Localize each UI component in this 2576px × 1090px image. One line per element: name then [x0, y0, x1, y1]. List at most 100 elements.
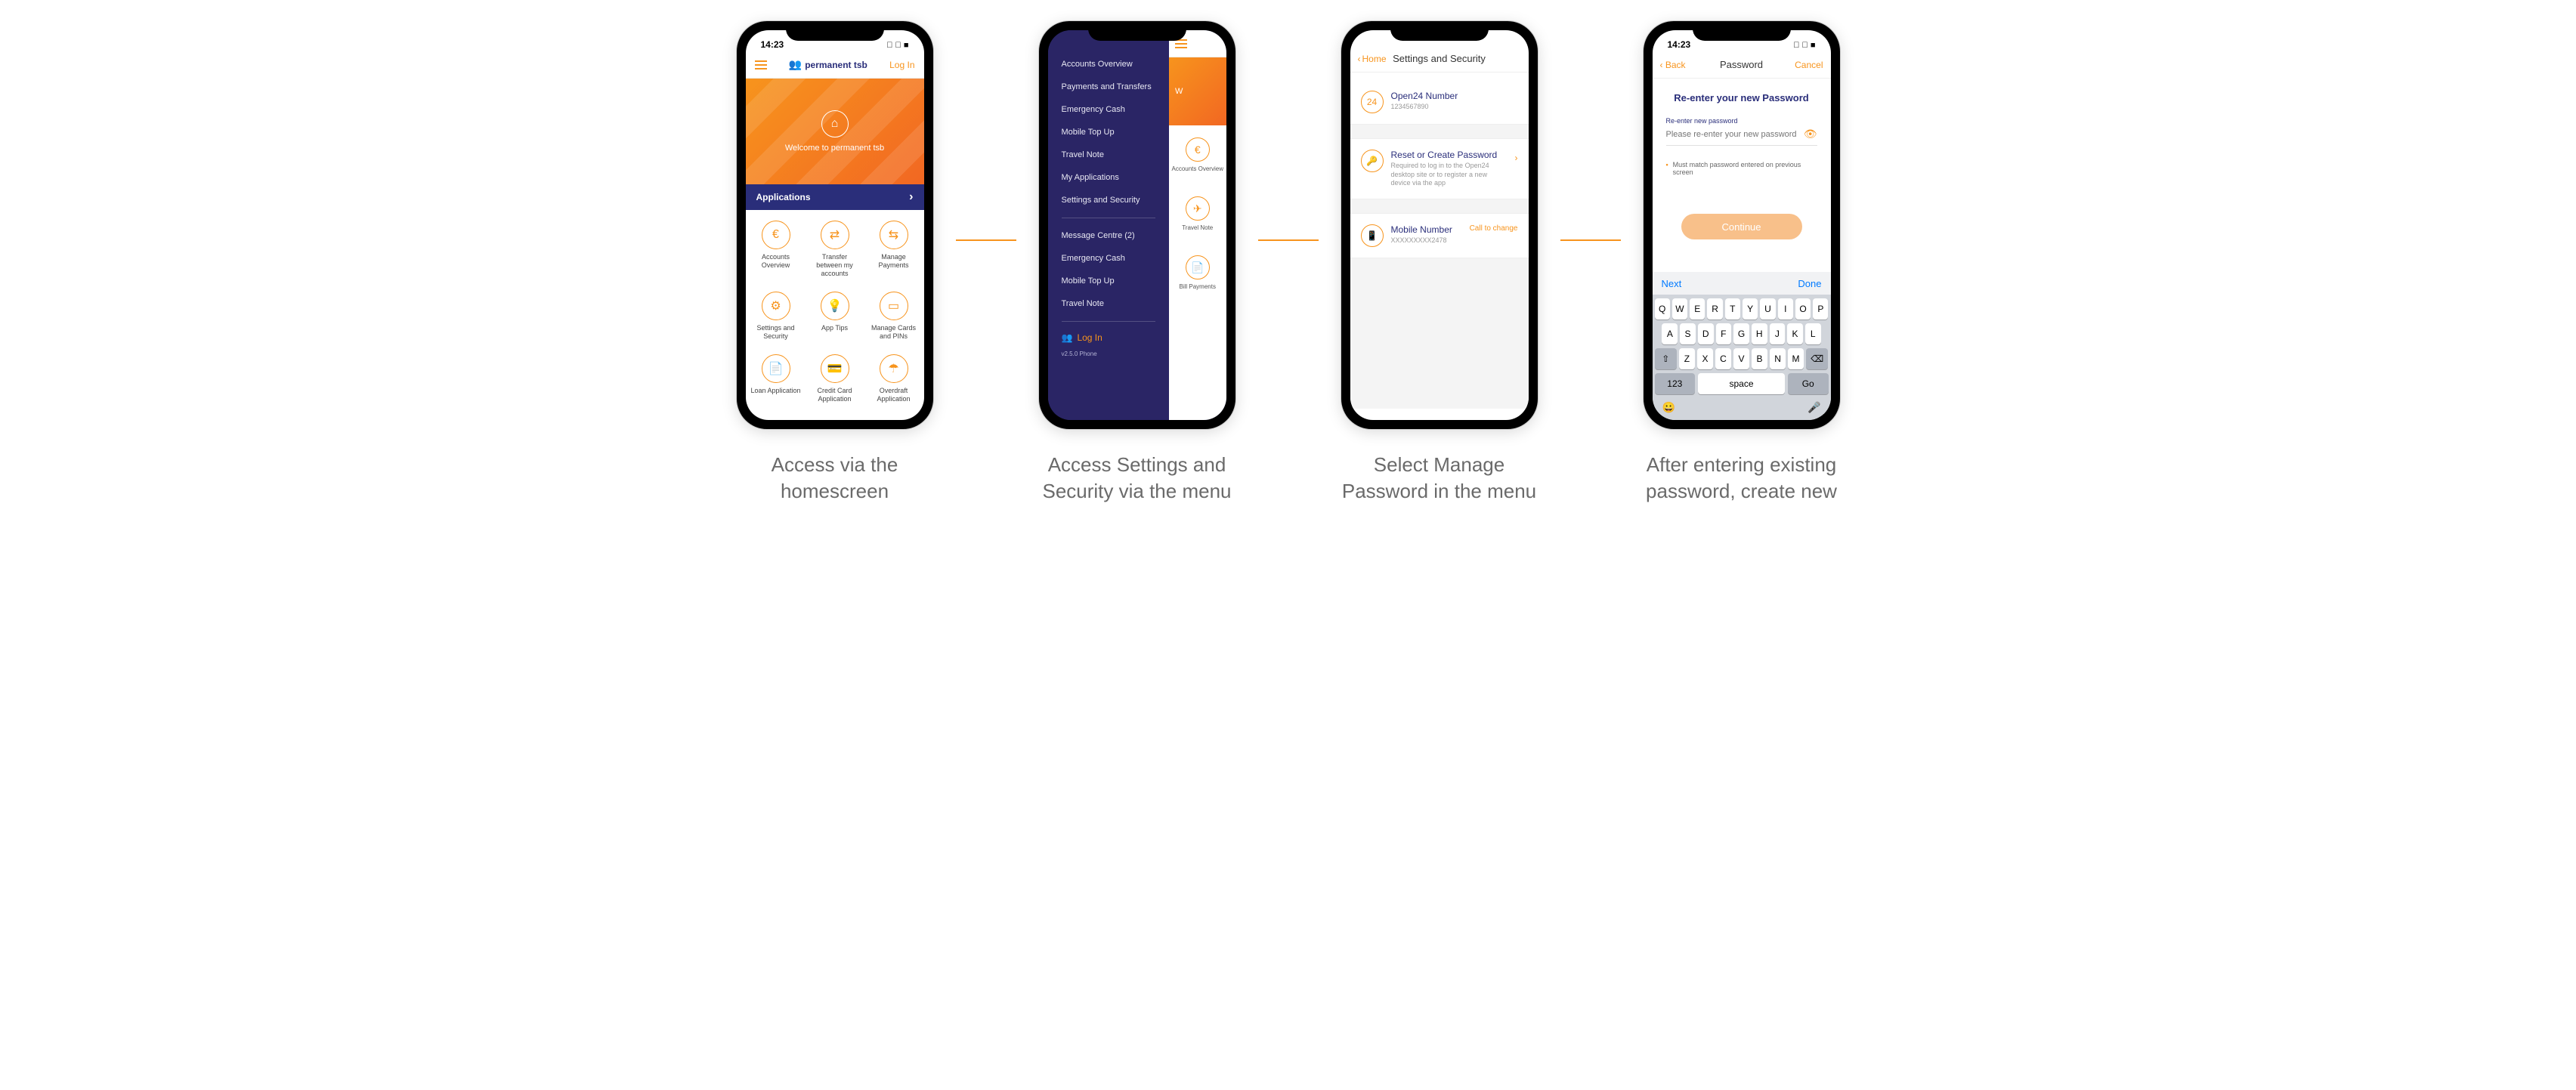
step-row: 14:23 􀙇 􀙈 ■ 👥 permanent tsb Log In ⌂ Wel…	[30, 21, 2546, 505]
tile-overdraft-application[interactable]: ☂Overdraft Application	[868, 354, 920, 409]
back-button[interactable]: ‹ Back	[1660, 60, 1686, 70]
login-link[interactable]: Log In	[889, 60, 914, 70]
key-c[interactable]: C	[1715, 348, 1731, 369]
key-w[interactable]: W	[1672, 298, 1687, 320]
back-home-button[interactable]: ‹ Home	[1358, 54, 1387, 64]
transfer-icon: ⇄	[821, 221, 849, 249]
kb-row-4: 123 space Go	[1655, 373, 1829, 394]
key-h[interactable]: H	[1752, 323, 1767, 344]
euro-icon: €	[1186, 137, 1210, 162]
key-backspace[interactable]: ⌫	[1806, 348, 1828, 369]
kb-row-3: ⇧ Z X C V B N M ⌫	[1655, 348, 1829, 369]
item-mobile-number[interactable]: 📱 Mobile Number XXXXXXXXX2478 Call to ch…	[1350, 214, 1529, 258]
key-space[interactable]: space	[1698, 373, 1785, 394]
tile-manage-payments[interactable]: ⇆Manage Payments	[868, 221, 920, 284]
menu-item-message-centre[interactable]: Message Centre (2)	[1062, 224, 1155, 247]
kb-done-button[interactable]: Done	[1798, 278, 1821, 289]
menu-item-emergency-cash[interactable]: Emergency Cash	[1062, 98, 1155, 121]
phone-frame-2: Accounts Overview Payments and Transfers…	[1039, 21, 1235, 429]
document-icon: 📄	[762, 354, 790, 383]
step-caption: After entering existing password, create…	[1636, 452, 1848, 505]
menu-login[interactable]: 👥 Log In	[1062, 332, 1155, 343]
menu-item-mobile-topup[interactable]: Mobile Top Up	[1062, 121, 1155, 144]
menu-item-accounts-overview[interactable]: Accounts Overview	[1062, 53, 1155, 76]
key-r[interactable]: R	[1707, 298, 1722, 320]
applications-band[interactable]: Applications ›	[746, 184, 924, 210]
key-i[interactable]: I	[1778, 298, 1793, 320]
brand-logo: 👥 permanent tsb	[789, 58, 867, 71]
key-g[interactable]: G	[1733, 323, 1749, 344]
key-y[interactable]: Y	[1743, 298, 1758, 320]
key-l[interactable]: L	[1805, 323, 1821, 344]
chevron-left-icon: ‹	[1358, 54, 1361, 64]
open24-badge-icon: 24	[1361, 91, 1384, 113]
hamburger-icon[interactable]	[1175, 39, 1187, 48]
tile-transfer[interactable]: ⇄Transfer between my accounts	[809, 221, 861, 284]
item-reset-password[interactable]: 🔑 Reset or Create Password Required to l…	[1350, 139, 1529, 199]
app-version: v2.5.0 Phone	[1062, 350, 1155, 357]
people-icon: 👥	[1062, 332, 1073, 343]
tile-settings-security[interactable]: ⚙Settings and Security	[750, 292, 802, 347]
credit-card-icon: 💳	[821, 354, 849, 383]
key-b[interactable]: B	[1752, 348, 1767, 369]
key-a[interactable]: A	[1662, 323, 1678, 344]
continue-button[interactable]: Continue	[1681, 214, 1802, 239]
keyboard: Q W E R T Y U I O P A S D	[1653, 295, 1831, 420]
tile-grid: €Accounts Overview ⇄Transfer between my …	[746, 210, 924, 420]
key-u[interactable]: U	[1760, 298, 1775, 320]
mic-icon[interactable]: 🎤	[1808, 401, 1820, 414]
key-k[interactable]: K	[1787, 323, 1803, 344]
underlying-screen-peek: W €Accounts Overview ✈Travel Note 📄Bill …	[1169, 30, 1226, 420]
phone-frame-4: 14:23 􀙇 􀙈 ■ ‹ Back Password Cancel Re-en…	[1644, 21, 1840, 429]
key-e[interactable]: E	[1690, 298, 1705, 320]
menu-item-travel-note-2[interactable]: Travel Note	[1062, 292, 1155, 315]
key-n[interactable]: N	[1770, 348, 1786, 369]
menu-item-mobile-topup-2[interactable]: Mobile Top Up	[1062, 270, 1155, 292]
key-m[interactable]: M	[1788, 348, 1804, 369]
peek-tile-bills[interactable]: 📄Bill Payments	[1169, 243, 1226, 302]
key-z[interactable]: Z	[1679, 348, 1695, 369]
menu-item-emergency-cash-2[interactable]: Emergency Cash	[1062, 247, 1155, 270]
cancel-button[interactable]: Cancel	[1795, 60, 1823, 70]
key-t[interactable]: T	[1725, 298, 1740, 320]
item-open24-number[interactable]: 24 Open24 Number 1234567890	[1350, 80, 1529, 124]
tile-accounts-overview[interactable]: €Accounts Overview	[750, 221, 802, 284]
menu-item-travel-note[interactable]: Travel Note	[1062, 144, 1155, 166]
hamburger-icon[interactable]	[755, 60, 767, 69]
side-menu: Accounts Overview Payments and Transfers…	[1048, 30, 1169, 420]
call-to-change-link[interactable]: Call to change	[1470, 224, 1518, 233]
peek-tile-travel[interactable]: ✈Travel Note	[1169, 184, 1226, 243]
tile-loan-application[interactable]: 📄Loan Application	[750, 354, 802, 409]
key-numbers[interactable]: 123	[1655, 373, 1696, 394]
key-d[interactable]: D	[1698, 323, 1714, 344]
cards-icon: ▭	[880, 292, 908, 320]
emoji-icon[interactable]: 😀	[1662, 401, 1675, 414]
field-label: Re-enter new password	[1666, 117, 1817, 125]
eye-icon[interactable]: 👁	[1804, 128, 1817, 140]
status-time: 14:23	[761, 39, 784, 50]
key-x[interactable]: X	[1697, 348, 1713, 369]
key-s[interactable]: S	[1680, 323, 1696, 344]
key-shift[interactable]: ⇧	[1655, 348, 1677, 369]
key-f[interactable]: F	[1716, 323, 1732, 344]
gear-icon: ⚙	[762, 292, 790, 320]
kb-next-button[interactable]: Next	[1662, 278, 1682, 289]
key-o[interactable]: O	[1795, 298, 1811, 320]
tile-app-tips[interactable]: 💡App Tips	[809, 292, 861, 347]
tile-manage-cards[interactable]: ▭Manage Cards and PINs	[868, 292, 920, 347]
key-p[interactable]: P	[1813, 298, 1828, 320]
key-j[interactable]: J	[1770, 323, 1786, 344]
key-go[interactable]: Go	[1788, 373, 1829, 394]
brand-text: permanent tsb	[805, 60, 867, 70]
key-v[interactable]: V	[1733, 348, 1749, 369]
page-title: Password	[1720, 59, 1763, 70]
key-q[interactable]: Q	[1655, 298, 1670, 320]
menu-item-payments-transfers[interactable]: Payments and Transfers	[1062, 76, 1155, 98]
document-icon: 📄	[1186, 255, 1210, 279]
tile-credit-card-application[interactable]: 💳Credit Card Application	[809, 354, 861, 409]
menu-item-my-applications[interactable]: My Applications	[1062, 166, 1155, 189]
payments-icon: ⇆	[880, 221, 908, 249]
password-input[interactable]	[1666, 130, 1804, 139]
menu-item-settings-security[interactable]: Settings and Security	[1062, 189, 1155, 212]
peek-tile-accounts[interactable]: €Accounts Overview	[1169, 125, 1226, 184]
